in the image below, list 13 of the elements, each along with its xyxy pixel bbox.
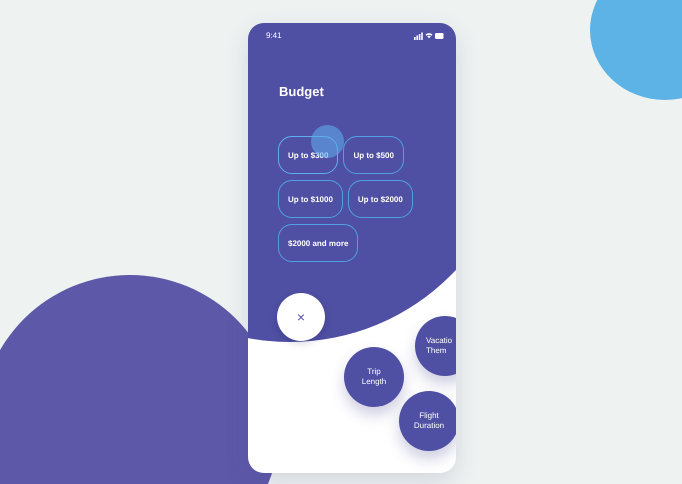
category-bubble[interactable]: Vacatio Them [415, 316, 456, 376]
budget-option[interactable]: Up to $2000 [348, 180, 413, 218]
signal-icon [414, 32, 423, 40]
status-time: 9:41 [266, 31, 282, 40]
budget-option[interactable]: Up to $300 [278, 136, 338, 174]
touch-indicator [311, 125, 344, 158]
screen-title: Budget [279, 84, 325, 99]
budget-option[interactable]: $2000 and more [278, 224, 358, 262]
budget-option[interactable]: Up to $500 [343, 136, 404, 174]
category-bubble[interactable]: Trip Length [344, 347, 404, 407]
budget-option[interactable]: Up to $1000 [278, 180, 343, 218]
category-bubble[interactable]: Flight Duration [399, 391, 456, 451]
wifi-icon [426, 32, 432, 38]
